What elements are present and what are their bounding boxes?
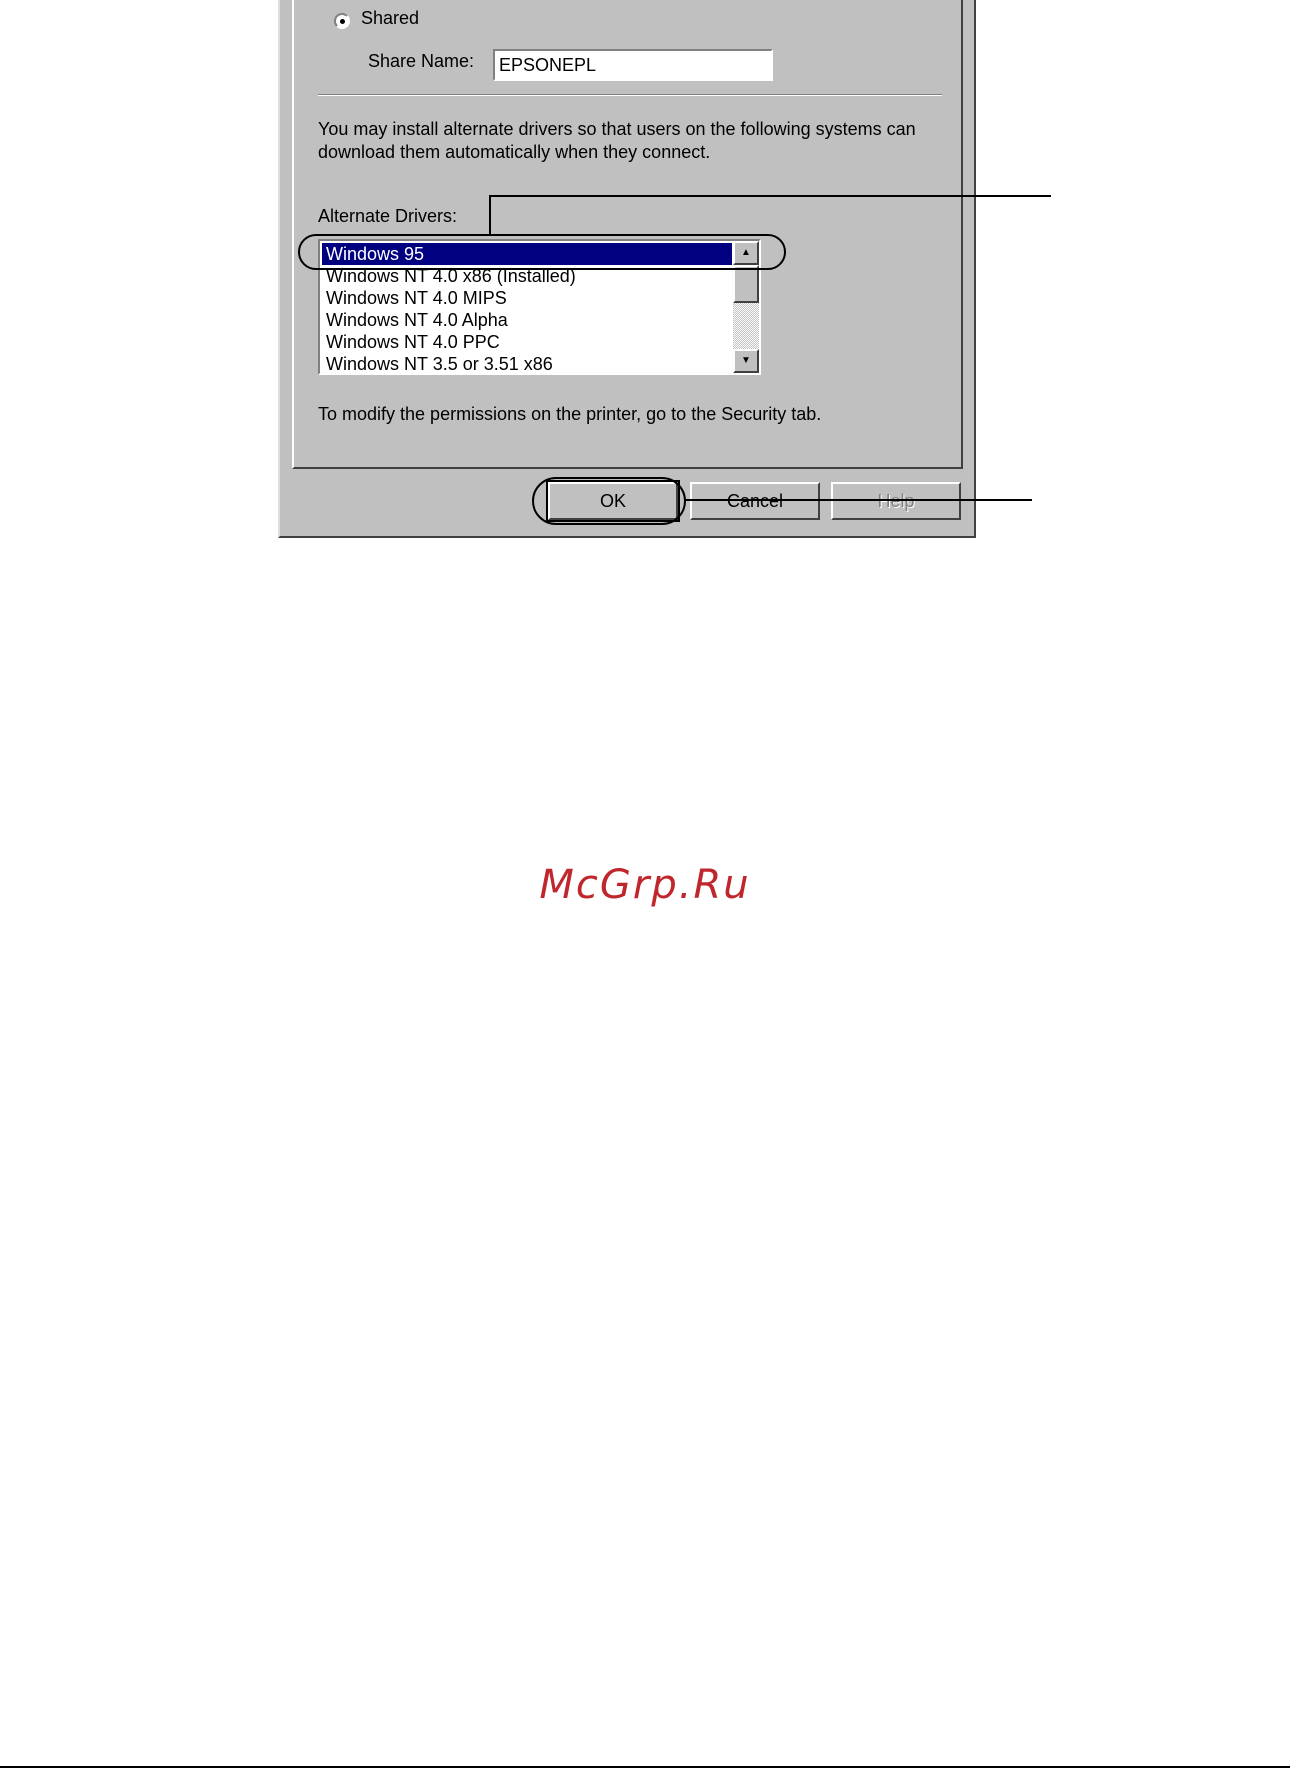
driver-callout-leader-vertical xyxy=(489,196,491,236)
share-name-label: Share Name: xyxy=(368,51,475,71)
alternate-drivers-label: Alternate Drivers: xyxy=(318,206,458,226)
radio-dot-icon xyxy=(340,19,345,24)
separator xyxy=(318,94,942,96)
security-note: To modify the permissions on the printer… xyxy=(318,404,822,424)
cancel-button[interactable]: Cancel xyxy=(690,482,820,520)
alternate-drivers-info-line1: You may install alternate drivers so tha… xyxy=(318,119,916,139)
watermark-text: McGrp.Ru xyxy=(539,862,751,908)
list-item[interactable]: Windows NT 4.0 MIPS xyxy=(322,287,732,309)
alternate-drivers-info-line2: download them automatically when they co… xyxy=(318,142,711,162)
help-button[interactable]: Help xyxy=(831,482,961,520)
list-item[interactable]: Windows NT 4.0 Alpha xyxy=(322,309,732,331)
scroll-down-arrow-icon: ▼ xyxy=(741,355,751,366)
help-button-label: Help xyxy=(877,491,915,511)
ok-callout-ring xyxy=(532,477,686,525)
ok-callout-leader xyxy=(686,499,1032,501)
driver-callout-leader-horizontal xyxy=(489,195,1051,197)
list-item[interactable]: Windows NT 4.0 PPC xyxy=(322,331,732,353)
driver-callout-ring xyxy=(298,234,786,270)
scroll-thumb[interactable] xyxy=(733,265,759,303)
scroll-down-button[interactable]: ▼ xyxy=(733,349,759,373)
share-name-input[interactable] xyxy=(493,49,773,81)
cancel-button-label: Cancel xyxy=(726,491,784,511)
shared-radio[interactable] xyxy=(334,13,350,29)
page-bottom-rule xyxy=(0,1766,1290,1768)
shared-radio-label[interactable]: Shared xyxy=(361,8,419,29)
shared-label-text: Shared xyxy=(361,8,420,28)
watermark: McGrp.Ru xyxy=(0,862,1290,908)
list-item[interactable]: Windows NT 3.5 or 3.51 x86 xyxy=(322,353,732,373)
